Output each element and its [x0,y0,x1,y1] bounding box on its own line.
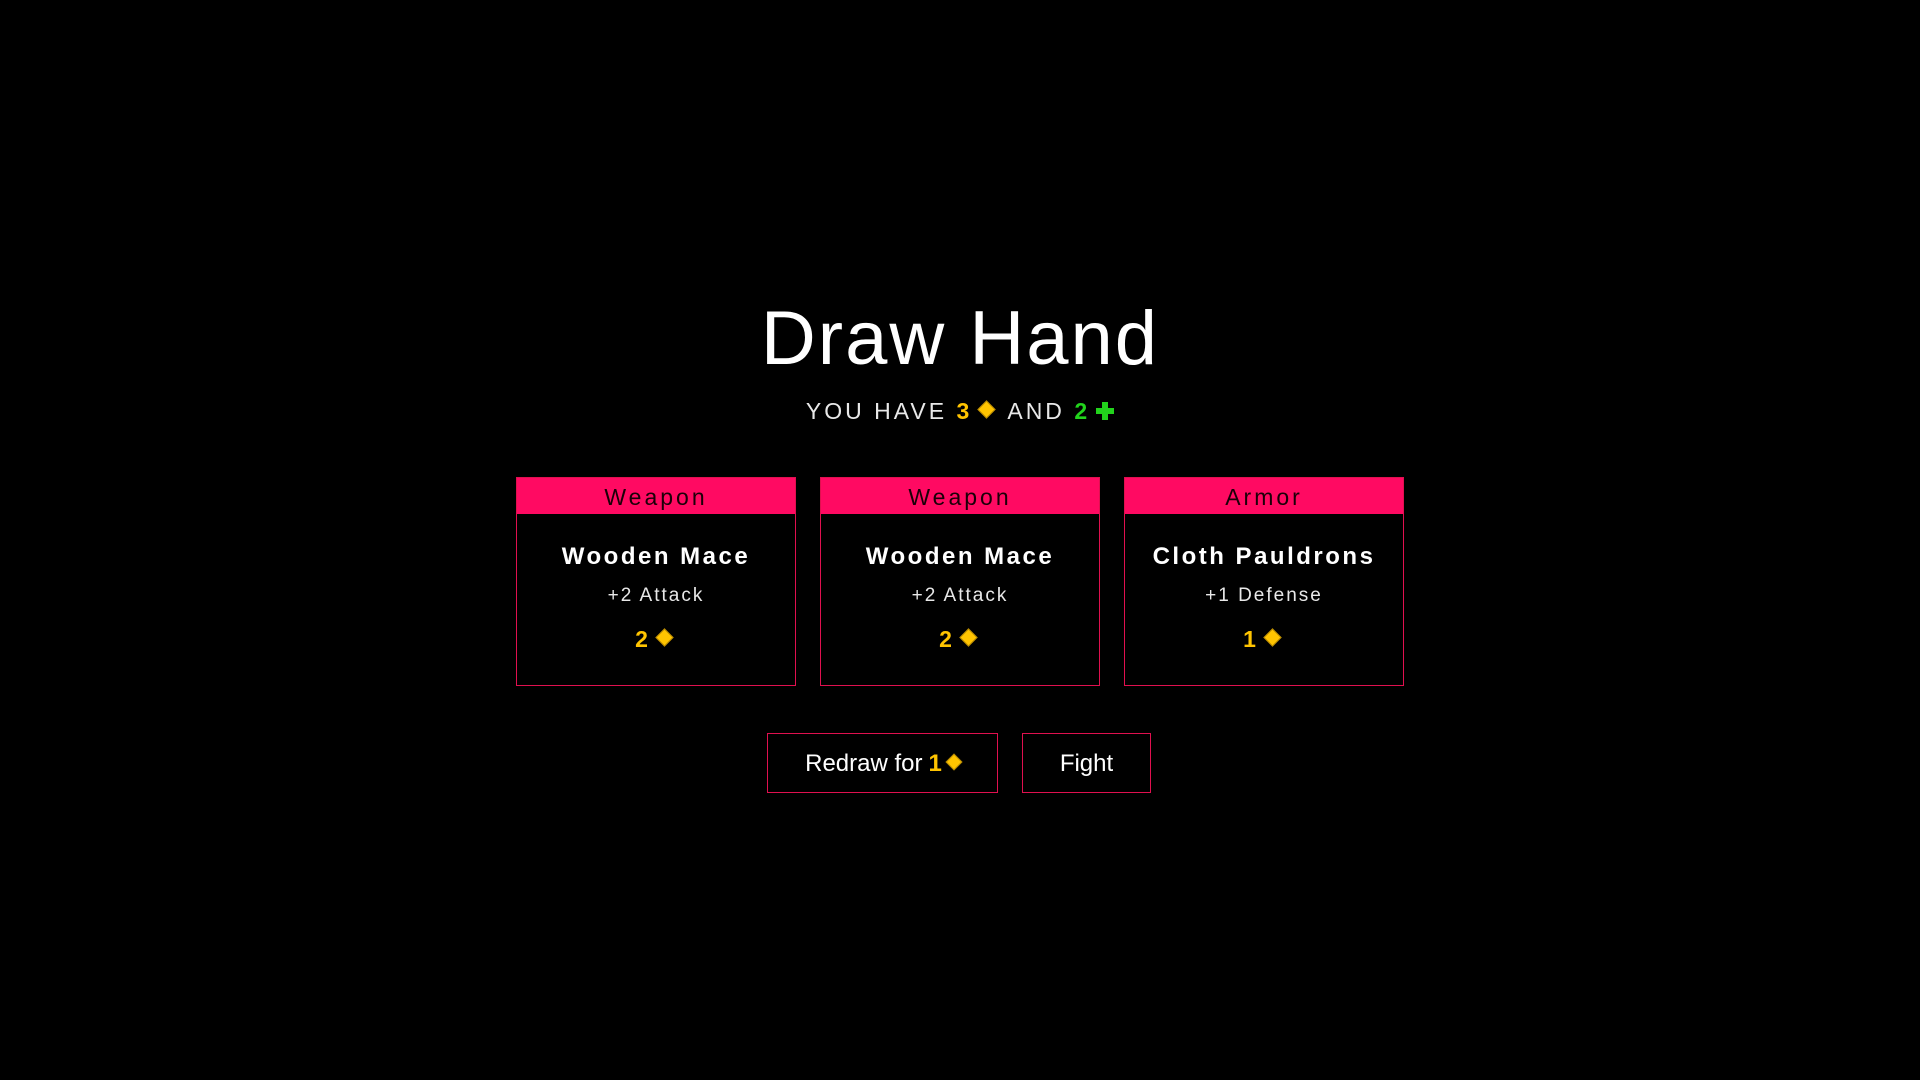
health-count: 2 [1074,398,1091,424]
redraw-cost: 1 [928,750,942,777]
card-name: Wooden Mace [865,543,1055,570]
card-name: Wooden Mace [561,543,751,570]
page-title: Draw Hand [760,296,1160,381]
gold-diamond-icon [945,753,963,771]
redraw-button[interactable]: Redraw for 1 [767,733,998,793]
card-cost: 1 [1125,624,1403,654]
card-cost-value: 2 [635,626,648,652]
card-name: Cloth Pauldrons [1152,543,1376,570]
card-type: Weapon [517,478,795,514]
green-plus-icon [1096,402,1115,420]
card-effect: +2 Attack [911,585,1009,606]
resources-conjunction: AND [1007,398,1065,424]
card[interactable]: Weapon Wooden Mace +2 Attack 2 [516,477,796,686]
gold-diamond-icon [977,400,996,419]
action-buttons: Redraw for 1 Fight [0,733,1920,797]
card-cost-value: 1 [1243,626,1256,652]
gold-diamond-icon [959,628,978,647]
gold-diamond-icon [655,628,674,647]
card-type: Armor [1125,478,1403,514]
draw-hand-screen: Draw Hand YOU HAVE 3 AND 2 Weapon Wooden… [0,0,1920,1080]
gold-diamond-icon [1263,628,1282,647]
card[interactable]: Weapon Wooden Mace +2 Attack 2 [820,477,1100,686]
card-cost: 2 [821,624,1099,654]
card[interactable]: Armor Cloth Pauldrons +1 Defense 1 [1124,477,1404,686]
card-cost: 2 [517,624,795,654]
hand-cards: Weapon Wooden Mace +2 Attack 2 Weapon Wo… [516,477,1404,686]
gold-count: 3 [956,398,973,424]
card-effect: +2 Attack [607,585,705,606]
fight-button[interactable]: Fight [1022,733,1151,793]
card-cost-value: 2 [939,626,952,652]
card-type: Weapon [821,478,1099,514]
redraw-label: Redraw for [805,750,923,777]
resources-summary: YOU HAVE 3 AND 2 [0,396,1920,426]
card-effect: +1 Defense [1205,585,1323,606]
resources-prefix: YOU HAVE [805,398,948,424]
